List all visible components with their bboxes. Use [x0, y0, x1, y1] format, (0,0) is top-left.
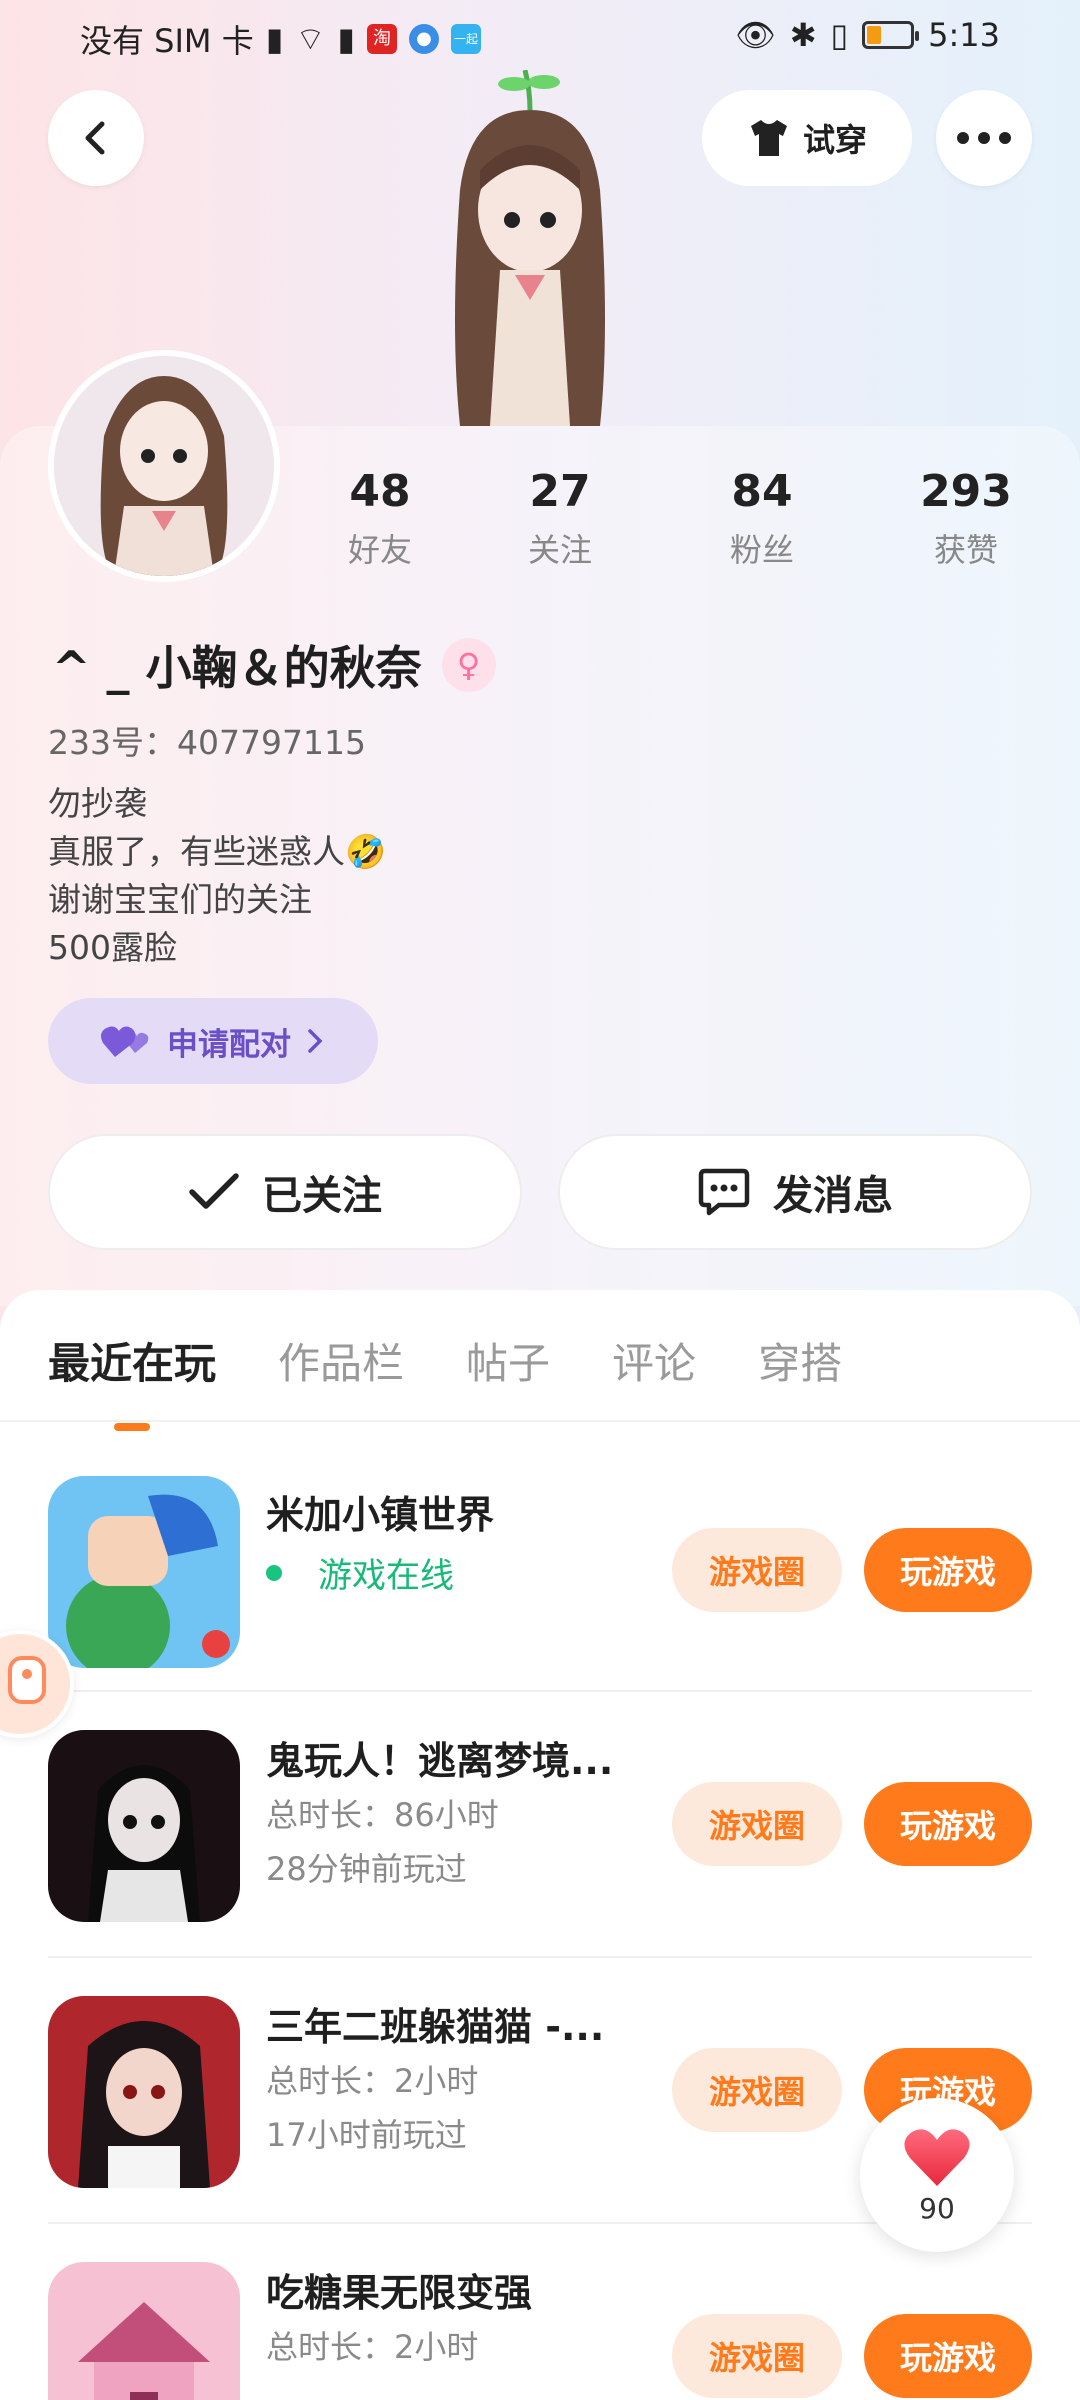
play-game-button[interactable]: 玩游戏 — [864, 1782, 1032, 1866]
stat-friends[interactable]: 48 好友 — [300, 466, 460, 571]
game-icon[interactable] — [48, 1730, 240, 1922]
double-heart-icon — [101, 1026, 149, 1057]
like-button[interactable]: 90 — [860, 2098, 1014, 2252]
tab-posts[interactable]: 帖子 — [466, 1320, 550, 1391]
bio-line: 500露脸 — [48, 928, 177, 967]
avatar[interactable] — [48, 350, 280, 582]
tab-outfits[interactable]: 穿搭 — [758, 1320, 842, 1391]
try-on-label: 试穿 — [802, 121, 867, 159]
try-on-button[interactable]: 试穿 — [702, 90, 912, 186]
game-row[interactable]: 米加小镇世界 游戏在线 游戏圈 玩游戏 — [48, 1426, 1032, 1692]
divider — [0, 1420, 1080, 1422]
stat-label: 好友 — [347, 531, 412, 569]
stat-value: 84 — [731, 466, 793, 517]
game-icon[interactable] — [48, 1476, 240, 1668]
online-dot-icon — [266, 1564, 282, 1581]
game-row[interactable]: 吃糖果无限变强 总时长：2小时 游戏圈 玩游戏 — [48, 2224, 1032, 2400]
status-bar: 没有 SIM 卡 ▮ ⌔ ▮ 淘 ● 一起 👁 ✱ ▯ 5:13 — [0, 0, 1080, 72]
sim-alert-icon-2: ▮ — [337, 20, 356, 58]
taobao-app-icon: 淘 — [367, 24, 398, 54]
last-played: 17小时前玩过 — [266, 2116, 467, 2154]
stat-label: 获赞 — [933, 531, 998, 569]
chat-bubble-icon — [698, 1168, 750, 1216]
stat-value: 293 — [920, 466, 1012, 517]
assistant-icon — [8, 1656, 46, 1704]
wifi-icon: ⌔ — [295, 20, 326, 58]
sim-alert-icon: ▮ — [265, 20, 284, 58]
game-row[interactable]: 鬼玩人！逃离梦境... 总时长：86小时 28分钟前玩过 游戏圈 玩游戏 — [48, 1692, 1032, 1958]
pair-request-button[interactable]: 申请配对 — [48, 998, 378, 1084]
game-circle-button[interactable]: 游戏圈 — [672, 1528, 842, 1612]
eye-icon: 👁 — [735, 16, 776, 54]
more-button[interactable] — [936, 90, 1032, 186]
following-button[interactable]: 已关注 — [48, 1134, 522, 1250]
play-game-button[interactable]: 玩游戏 — [864, 1528, 1032, 1612]
chevron-left-icon — [85, 121, 105, 155]
stat-likes[interactable]: 293 获赞 — [886, 466, 1046, 571]
bio-line: 勿抄袭 — [48, 784, 147, 823]
stat-fans[interactable]: 84 粉丝 — [682, 466, 842, 571]
game-icon[interactable] — [48, 2262, 240, 2400]
stat-following[interactable]: 27 关注 — [480, 466, 640, 571]
send-message-label: 发消息 — [773, 1173, 893, 1219]
vibrate-icon: ▯ — [830, 16, 849, 54]
tshirt-icon — [750, 120, 787, 156]
game-title: 鬼玩人！逃离梦境... — [266, 1739, 614, 1783]
game-circle-button[interactable]: 游戏圈 — [672, 2048, 842, 2132]
online-status: 游戏在线 — [266, 1548, 454, 1597]
last-played: 28分钟前玩过 — [266, 1850, 467, 1888]
user-id: 233号：407797115 — [48, 723, 366, 762]
stat-label: 关注 — [527, 531, 592, 569]
stat-value: 48 — [349, 466, 411, 517]
game-title: 吃糖果无限变强 — [266, 2271, 533, 2315]
tab-works[interactable]: 作品栏 — [278, 1320, 404, 1391]
game-circle-button[interactable]: 游戏圈 — [672, 1782, 842, 1866]
play-duration: 总时长：2小时 — [266, 2328, 479, 2366]
together-app-icon: 一起 — [451, 24, 482, 54]
send-message-button[interactable]: 发消息 — [558, 1134, 1032, 1250]
battery-icon — [862, 21, 920, 49]
play-duration: 总时长：2小时 — [266, 2062, 479, 2100]
game-title: 米加小镇世界 — [266, 1493, 495, 1537]
tab-bar: 最近在玩 作品栏 帖子 评论 穿搭 — [48, 1290, 842, 1420]
back-button[interactable] — [48, 90, 144, 186]
pair-label: 申请配对 — [167, 1026, 291, 1063]
following-label: 已关注 — [262, 1173, 382, 1219]
bluetooth-icon: ✱ — [789, 16, 817, 54]
stat-label: 粉丝 — [729, 531, 794, 569]
bio: 勿抄袭 真服了，有些迷惑人🤣 谢谢宝宝们的关注 500露脸 — [48, 780, 386, 972]
game-icon[interactable] — [48, 1996, 240, 2188]
game-title: 三年二班躲猫猫 -... — [266, 2005, 605, 2049]
game-circle-button[interactable]: 游戏圈 — [672, 2314, 842, 2398]
bio-line: 谢谢宝宝们的关注 — [48, 880, 312, 919]
like-count: 90 — [919, 2191, 955, 2225]
bio-line: 真服了，有些迷惑人🤣 — [48, 832, 387, 871]
chevron-right-icon — [308, 1029, 323, 1053]
more-dots-icon — [957, 132, 1011, 144]
character-figure — [430, 69, 630, 426]
stat-value: 27 — [529, 466, 591, 517]
browser-app-icon: ● — [409, 24, 440, 54]
username: ^ _ 小鞠＆的秋奈 ♀ — [52, 632, 496, 698]
tab-comments[interactable]: 评论 — [612, 1320, 696, 1391]
heart-icon — [904, 2128, 970, 2186]
play-game-button[interactable]: 玩游戏 — [864, 2314, 1032, 2398]
tab-recently-played[interactable]: 最近在玩 — [48, 1320, 216, 1391]
carrier-text: 没有 SIM 卡 — [80, 22, 254, 60]
female-icon: ♀ — [441, 638, 496, 692]
play-duration: 总时长：86小时 — [266, 1796, 499, 1834]
profile-stats: 48 好友 27 关注 84 粉丝 293 获赞 — [300, 466, 1060, 586]
checkmark-icon — [189, 1173, 239, 1209]
clock-time: 5:13 — [928, 16, 1000, 54]
username-text: ^ _ 小鞠＆的秋奈 — [52, 641, 422, 695]
online-text: 游戏在线 — [318, 1556, 454, 1596]
